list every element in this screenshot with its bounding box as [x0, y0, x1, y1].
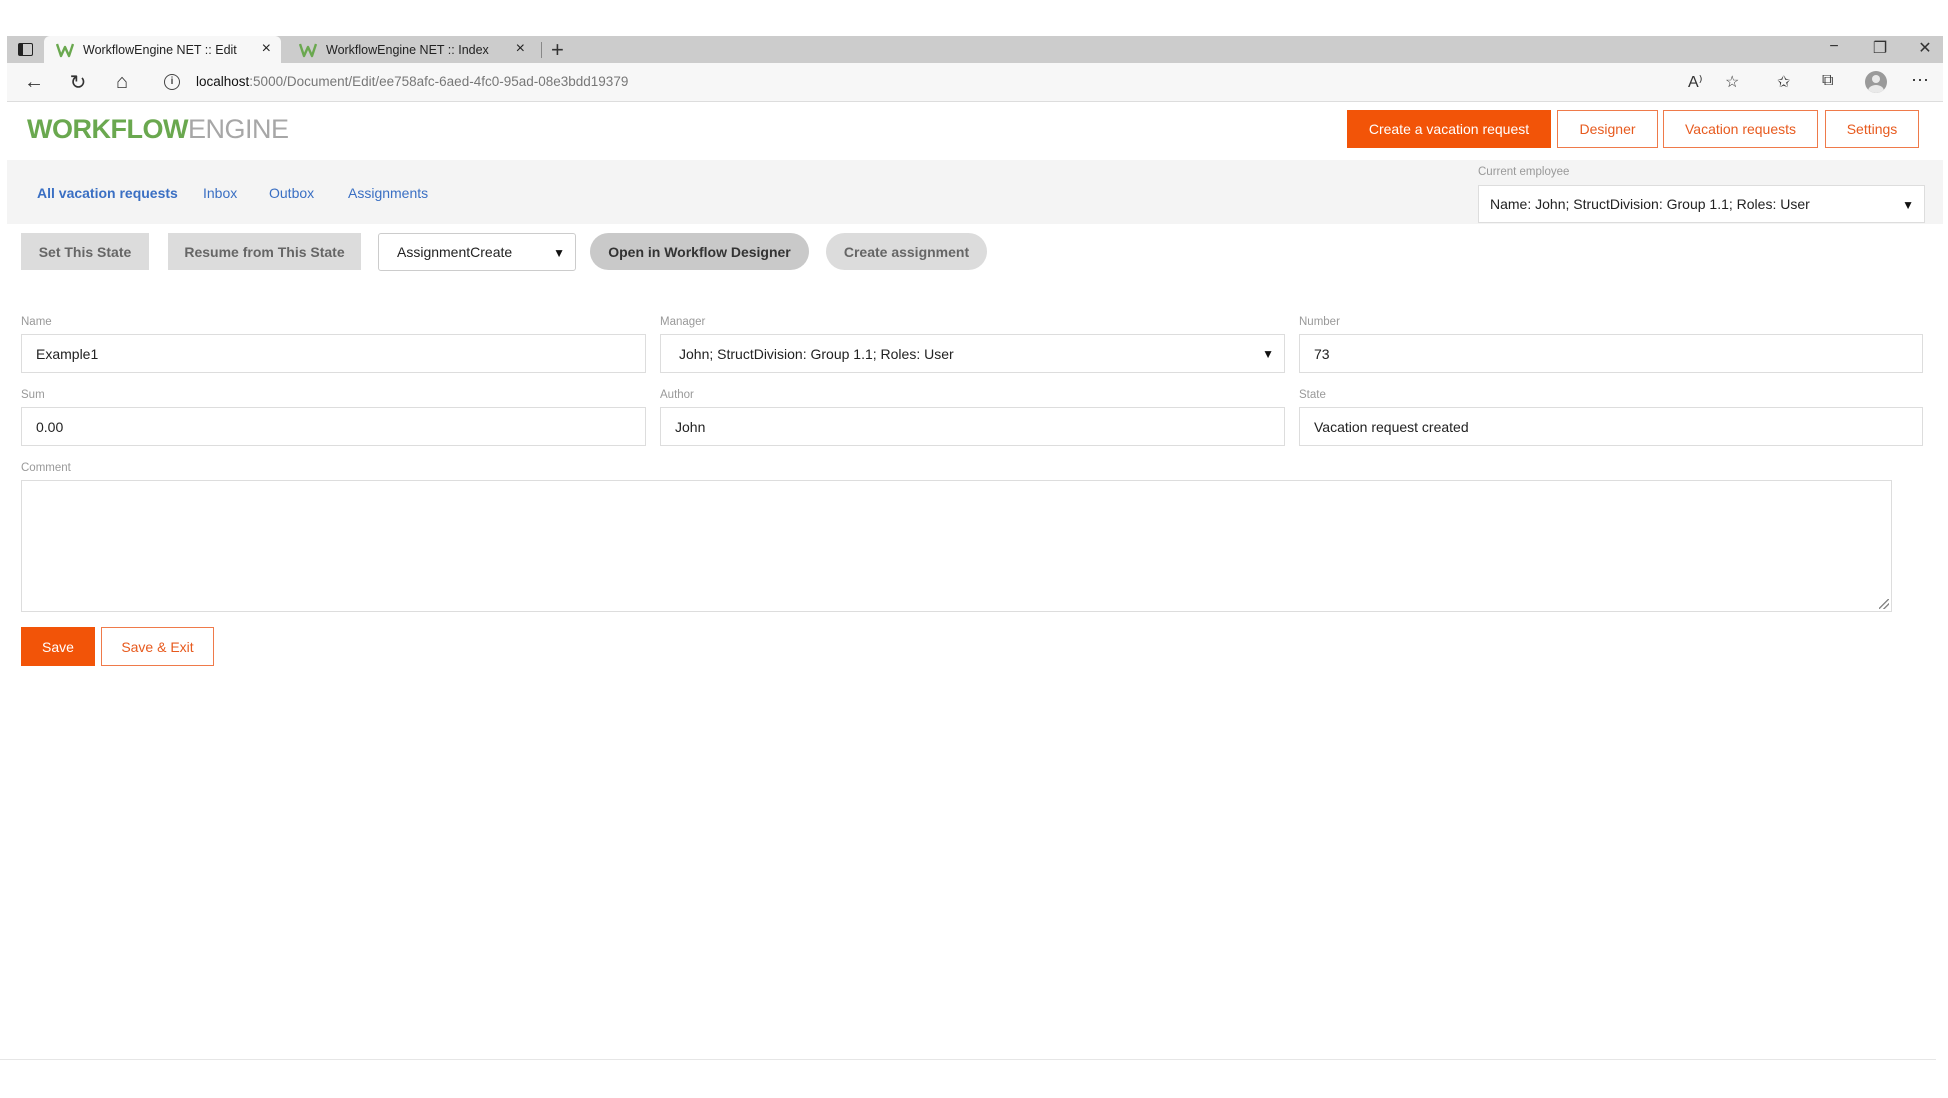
home-icon[interactable]: ⌂ — [109, 70, 135, 94]
state-input[interactable]: Vacation request created — [1299, 407, 1923, 446]
manager-select[interactable]: John; StructDivision: Group 1.1; Roles: … — [660, 334, 1285, 373]
chevron-down-icon: ▼ — [1262, 347, 1274, 361]
number-input[interactable]: 73 — [1299, 334, 1923, 373]
logo-part-engine: ENGINE — [187, 114, 289, 144]
create-assignment-button[interactable]: Create assignment — [826, 233, 987, 270]
current-employee-label: Current employee — [1478, 166, 1570, 178]
workflowengine-logo-icon — [299, 43, 317, 57]
url-host: localhost — [196, 74, 250, 89]
tab-actions-icon[interactable] — [13, 39, 37, 60]
window-close-icon[interactable]: ✕ — [1910, 38, 1940, 58]
sum-label: Sum — [21, 389, 45, 401]
new-tab-icon[interactable]: + — [551, 37, 564, 63]
nav-inbox[interactable]: Inbox — [203, 185, 237, 201]
tab-title: WorkflowEngine NET :: Index — [326, 42, 489, 57]
name-label: Name — [21, 316, 52, 328]
sum-input[interactable]: 0.00 — [21, 407, 646, 446]
designer-button[interactable]: Designer — [1557, 110, 1658, 148]
document-actions: Set This State Resume from This State As… — [7, 228, 1007, 278]
tab-index[interactable]: WorkflowEngine NET :: Index × — [287, 36, 535, 63]
name-input[interactable]: Example1 — [21, 334, 646, 373]
number-label: Number — [1299, 316, 1340, 328]
more-icon[interactable]: ⋯ — [1911, 70, 1929, 91]
comment-textarea[interactable] — [21, 480, 1892, 612]
page: WORKFLOWENGINE Create a vacation request… — [7, 102, 1943, 1060]
author-label: Author — [660, 389, 694, 401]
nav-all-vacation-requests[interactable]: All vacation requests — [37, 185, 178, 201]
minimize-icon[interactable]: − — [1819, 38, 1849, 56]
profile-avatar[interactable] — [1865, 71, 1887, 93]
read-aloud-icon[interactable]: A⁾ — [1688, 72, 1703, 92]
workflowengine-logo-icon — [56, 43, 74, 57]
reload-icon[interactable]: ↻ — [65, 70, 91, 94]
tab-strip: WorkflowEngine NET :: Edit × WorkflowEng… — [7, 36, 1943, 63]
create-vacation-request-button[interactable]: Create a vacation request — [1347, 110, 1551, 148]
tab-title: WorkflowEngine NET :: Edit — [83, 42, 237, 57]
logo-part-workflow: WORKFLOW — [27, 114, 188, 144]
manager-label: Manager — [660, 316, 706, 328]
close-tab-icon[interactable]: × — [262, 40, 271, 58]
chevron-down-icon: ▼ — [1902, 198, 1914, 212]
state-select-value: AssignmentCreate — [397, 244, 513, 260]
tab-divider — [541, 42, 542, 58]
sub-navigation: All vacation requests Inbox Outbox Assig… — [7, 160, 1943, 224]
restore-icon[interactable]: ❐ — [1865, 38, 1895, 58]
close-tab-icon[interactable]: × — [516, 40, 525, 58]
state-select[interactable]: AssignmentCreate ▼ — [378, 233, 576, 271]
nav-assignments[interactable]: Assignments — [348, 185, 428, 201]
current-employee-select[interactable]: Name: John; StructDivision: Group 1.1; R… — [1478, 185, 1925, 223]
add-favorite-icon[interactable]: ☆ — [1725, 72, 1739, 92]
address-bar: ← ↻ ⌂ i localhost:5000/Document/Edit/ee7… — [7, 63, 1943, 102]
chevron-down-icon: ▼ — [553, 246, 565, 260]
comment-label: Comment — [21, 462, 71, 474]
tab-edit[interactable]: WorkflowEngine NET :: Edit × — [44, 36, 281, 63]
collections-icon[interactable]: ⧉ — [1822, 72, 1833, 90]
footer-divider — [0, 1059, 1936, 1060]
set-this-state-button[interactable]: Set This State — [21, 233, 149, 270]
save-button[interactable]: Save — [21, 627, 95, 666]
vacation-requests-button[interactable]: Vacation requests — [1663, 110, 1818, 148]
nav-outbox[interactable]: Outbox — [269, 185, 314, 201]
url-field[interactable]: localhost:5000/Document/Edit/ee758afc-6a… — [196, 71, 628, 93]
state-label: State — [1299, 389, 1326, 401]
settings-button[interactable]: Settings — [1825, 110, 1919, 148]
current-employee-value: Name: John; StructDivision: Group 1.1; R… — [1490, 196, 1810, 212]
site-info-icon[interactable]: i — [164, 74, 180, 90]
favorites-icon[interactable]: ✩ — [1777, 72, 1790, 92]
url-path: :5000/Document/Edit/ee758afc-6aed-4fc0-9… — [249, 74, 629, 89]
manager-value: John; StructDivision: Group 1.1; Roles: … — [679, 345, 954, 362]
browser-window: WorkflowEngine NET :: Edit × WorkflowEng… — [7, 36, 1943, 1060]
resume-from-this-state-button[interactable]: Resume from This State — [168, 233, 361, 270]
save-and-exit-button[interactable]: Save & Exit — [101, 627, 214, 666]
open-in-workflow-designer-button[interactable]: Open in Workflow Designer — [590, 233, 809, 270]
resize-grip-icon[interactable] — [1879, 599, 1889, 609]
back-icon[interactable]: ← — [21, 70, 47, 94]
author-input[interactable]: John — [660, 407, 1285, 446]
logo[interactable]: WORKFLOWENGINE — [27, 114, 289, 145]
